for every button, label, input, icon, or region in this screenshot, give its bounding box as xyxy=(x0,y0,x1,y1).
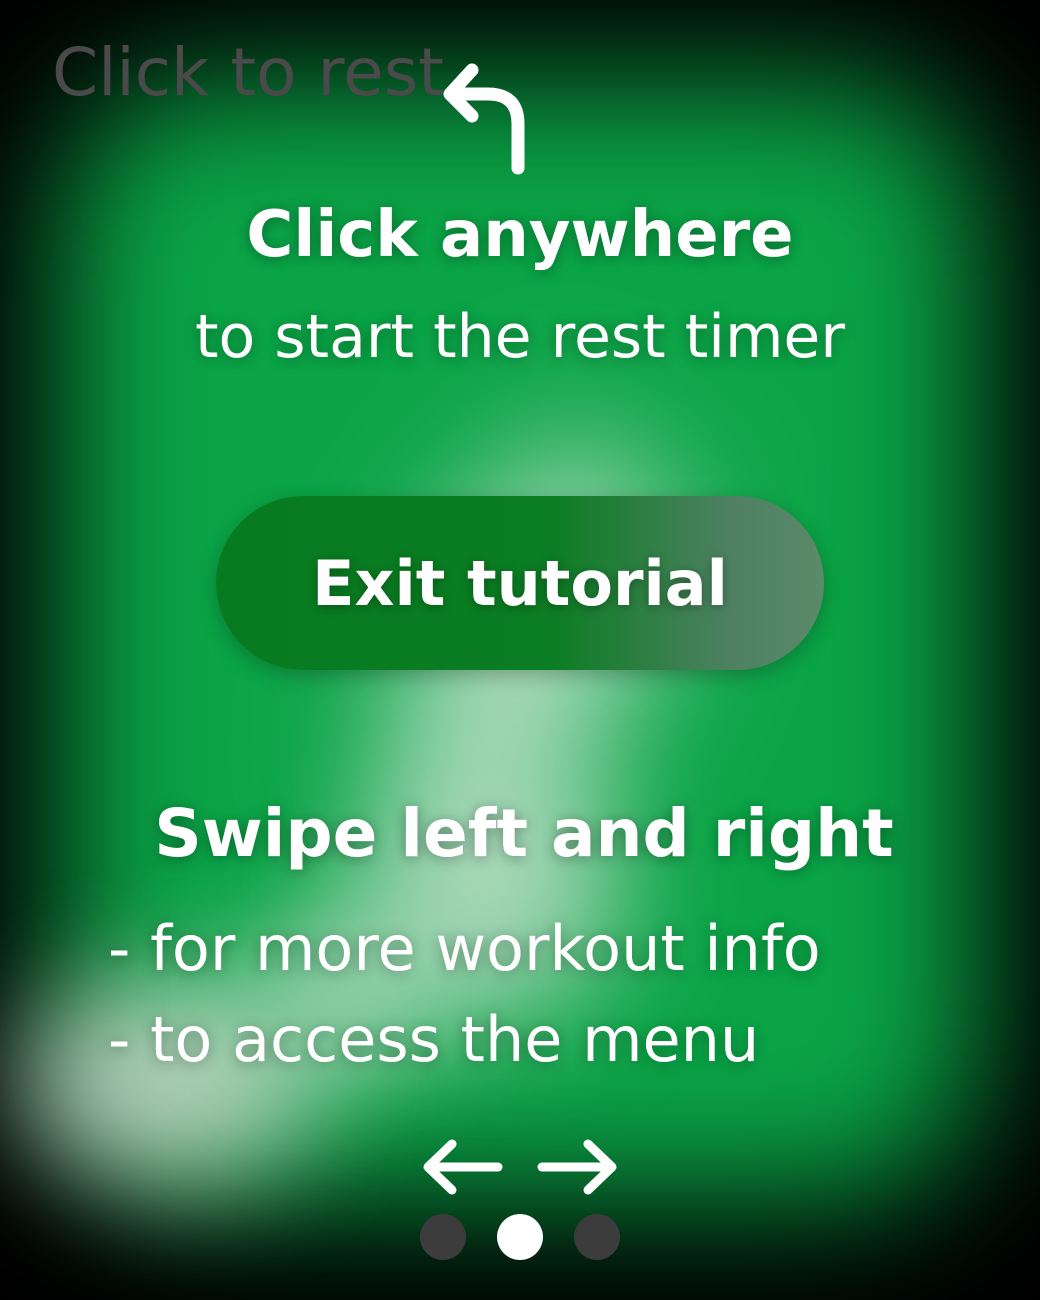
click-anywhere-title: Click anywhere xyxy=(246,198,794,272)
page-indicator xyxy=(420,1214,620,1262)
curved-arrow-up-left-icon xyxy=(443,63,525,175)
click-to-rest-hint: Click to rest xyxy=(52,34,445,111)
swipe-bullet-workout-info: - for more workout info xyxy=(108,912,821,985)
swipe-title: Swipe left and right xyxy=(154,795,894,872)
rest-timer-subtitle: to start the rest timer xyxy=(194,302,845,372)
swipe-arrows xyxy=(423,1139,617,1195)
page-dot[interactable] xyxy=(574,1214,620,1260)
exit-tutorial-label: Exit tutorial xyxy=(312,546,728,620)
arrow-left-icon xyxy=(423,1139,503,1195)
swipe-bullet-menu: - to access the menu xyxy=(108,1003,760,1076)
tutorial-screen[interactable]: Click to rest Click anywhere to start th… xyxy=(0,0,1040,1300)
arrow-right-icon xyxy=(537,1139,617,1195)
exit-tutorial-button[interactable]: Exit tutorial xyxy=(216,496,824,670)
page-dot-active[interactable] xyxy=(497,1214,543,1260)
page-dot[interactable] xyxy=(420,1214,466,1260)
